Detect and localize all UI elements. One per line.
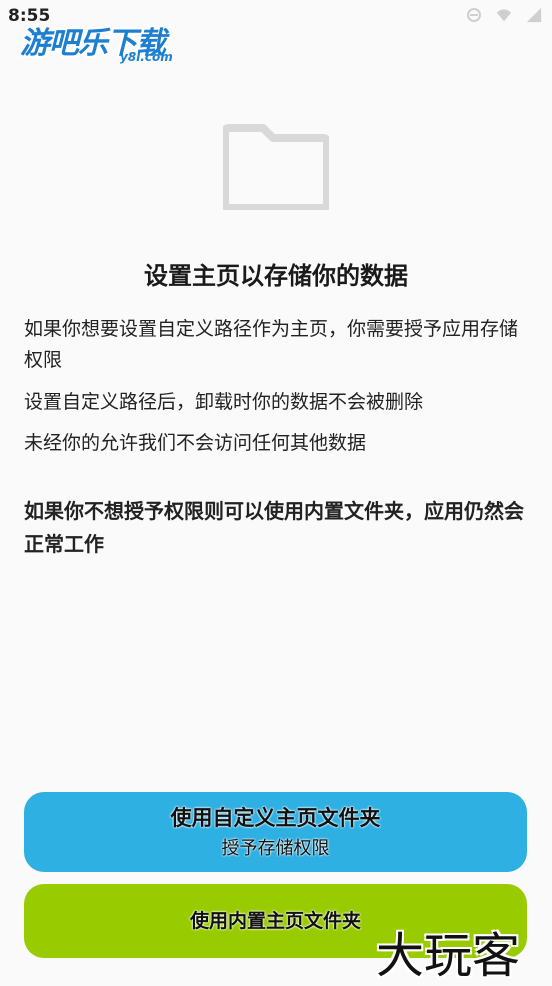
status-icons [466, 6, 542, 24]
info-text-uninstall: 设置自定义路径后，卸载时你的数据不会被删除 [24, 391, 424, 413]
dnd-icon [467, 8, 481, 22]
use-custom-folder-button[interactable]: 使用自定义主页文件夹 授予存储权限 [24, 792, 527, 872]
signal-icon [526, 7, 542, 23]
page-title: 设置主页以存储你的数据 [144, 262, 408, 290]
watermark-top-sub: y8l.com [120, 50, 173, 64]
folder-icon [223, 124, 329, 210]
custom-folder-label: 使用自定义主页文件夹 [170, 806, 381, 830]
info-text-permission: 如果你想要设置自定义路径作为主页，你需要授予应用存储权限 [24, 318, 519, 371]
watermark-bottom-right: 大玩客 [376, 928, 521, 984]
watermark-logo-top: 游吧乐下载 y8l.com [20, 18, 173, 64]
grant-permission-label: 授予存储权限 [221, 838, 330, 859]
info-text-privacy: 未经你的允许我们不会访问任何其他数据 [24, 432, 367, 454]
wifi-icon [496, 9, 512, 22]
info-text-builtin: 如果你不想授予权限则可以使用内置文件夹，应用仍然会正常工作 [24, 499, 524, 556]
